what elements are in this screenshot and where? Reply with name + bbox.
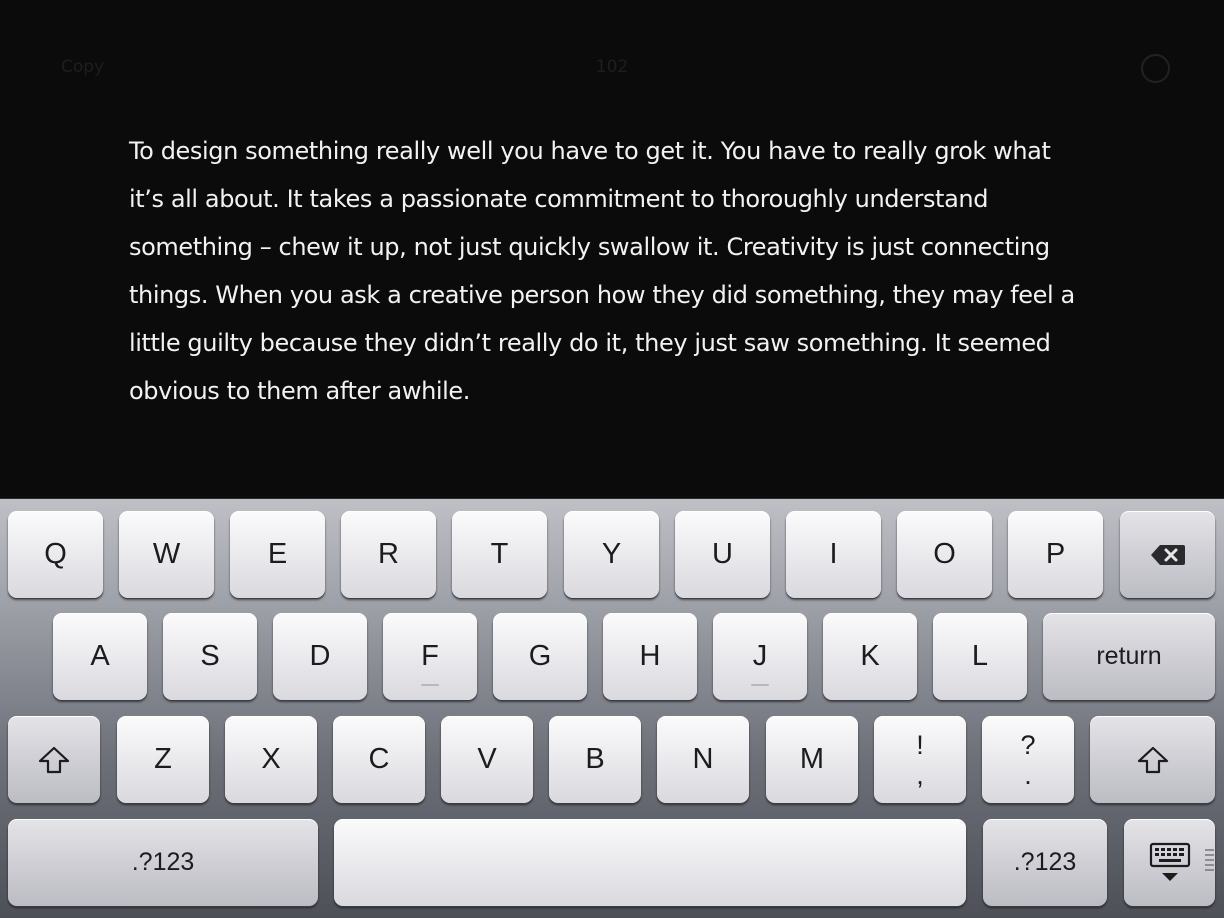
key-y[interactable]: Y <box>564 511 659 598</box>
key-i[interactable]: I <box>786 511 881 598</box>
shift-key-left[interactable] <box>8 716 100 803</box>
shift-key-right[interactable] <box>1090 716 1215 803</box>
key-o[interactable]: O <box>897 511 992 598</box>
dismiss-keyboard-key[interactable] <box>1124 819 1215 906</box>
numbers-key-left[interactable]: .?123 <box>8 819 318 906</box>
keyboard-split-grip-icon[interactable] <box>1205 849 1214 875</box>
key-h[interactable]: H <box>603 613 697 700</box>
key-exclamation-label: ! <box>916 729 924 760</box>
key-question-period[interactable]: ? . <box>982 716 1074 803</box>
key-question-label: ? <box>1020 729 1036 760</box>
key-c[interactable]: C <box>333 716 425 803</box>
key-d[interactable]: D <box>273 613 367 700</box>
editor: Copy 102 To design something really well… <box>0 0 1224 498</box>
key-w[interactable]: W <box>119 511 214 598</box>
numbers-key-right[interactable]: .?123 <box>983 819 1107 906</box>
on-screen-keyboard: Q W E R T Y U I O P A S D F G H J K L re… <box>0 498 1224 918</box>
home-row-bump <box>751 684 769 686</box>
backspace-key[interactable] <box>1120 511 1215 598</box>
key-f-label: F <box>421 640 439 672</box>
key-period-label: . <box>1024 759 1032 790</box>
key-r[interactable]: R <box>341 511 436 598</box>
key-k[interactable]: K <box>823 613 917 700</box>
key-l[interactable]: L <box>933 613 1027 700</box>
key-j-label: J <box>752 640 768 672</box>
key-exclamation-comma[interactable]: ! , <box>874 716 966 803</box>
copy-button[interactable]: Copy <box>61 57 104 77</box>
key-v[interactable]: V <box>441 716 533 803</box>
shift-icon <box>1137 746 1168 773</box>
keyboard-dismiss-icon <box>1149 842 1190 881</box>
document-text[interactable]: To design something really well you have… <box>129 127 1104 415</box>
top-bar: Copy 102 <box>0 0 1224 130</box>
key-q[interactable]: Q <box>8 511 103 598</box>
home-row-bump <box>421 684 439 686</box>
key-a[interactable]: A <box>53 613 147 700</box>
circle-icon[interactable] <box>1141 54 1170 83</box>
shift-icon <box>38 746 70 773</box>
return-key[interactable]: return <box>1043 613 1215 700</box>
key-t[interactable]: T <box>452 511 547 598</box>
space-bar[interactable] <box>334 819 966 906</box>
key-z[interactable]: Z <box>117 716 209 803</box>
key-n[interactable]: N <box>657 716 749 803</box>
word-count: 102 <box>595 57 629 77</box>
key-g[interactable]: G <box>493 613 587 700</box>
key-p[interactable]: P <box>1008 511 1103 598</box>
key-u[interactable]: U <box>675 511 770 598</box>
key-e[interactable]: E <box>230 511 325 598</box>
key-m[interactable]: M <box>766 716 858 803</box>
key-j[interactable]: J <box>713 613 807 700</box>
key-b[interactable]: B <box>549 716 641 803</box>
key-x[interactable]: X <box>225 716 317 803</box>
key-comma-label: , <box>916 759 924 790</box>
backspace-icon <box>1150 544 1185 565</box>
key-s[interactable]: S <box>163 613 257 700</box>
key-f[interactable]: F <box>383 613 477 700</box>
